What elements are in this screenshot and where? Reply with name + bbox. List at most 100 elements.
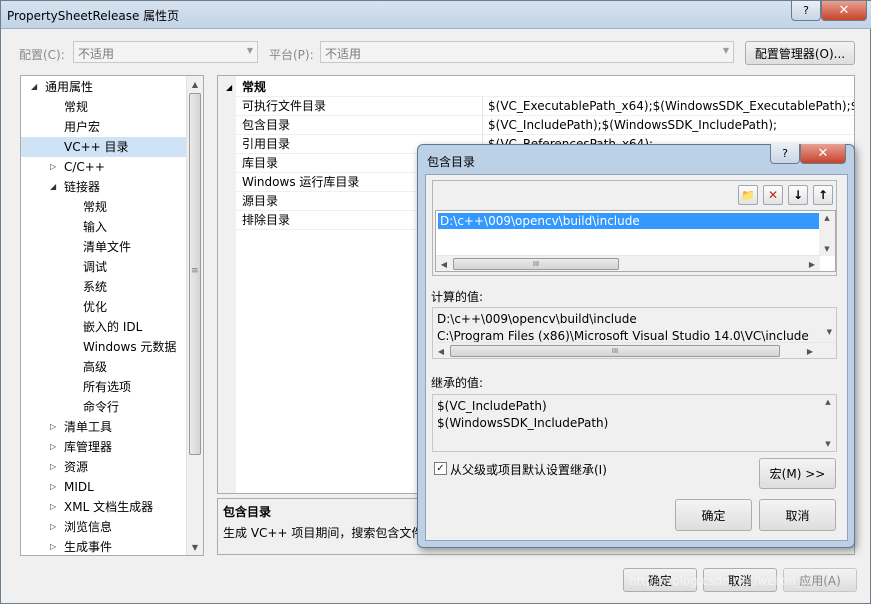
tree-item[interactable]: 优化 bbox=[21, 297, 187, 317]
inherited-value: $(WindowsSDK_IncludePath) bbox=[437, 416, 609, 430]
tree-item[interactable]: 高级 bbox=[21, 357, 187, 377]
expand-icon[interactable]: ▷ bbox=[50, 437, 56, 457]
tree-item[interactable]: ▷ C/C++ bbox=[21, 157, 187, 177]
tree-item-label: VC++ 目录 bbox=[64, 140, 129, 154]
tree-item[interactable]: 常规 bbox=[21, 197, 187, 217]
expand-icon[interactable]: ▷ bbox=[50, 477, 56, 497]
computed-hscroll[interactable]: ◀ III ▶ bbox=[433, 342, 836, 358]
expand-icon[interactable]: ▷ bbox=[50, 157, 56, 177]
tree-item-label: 所有选项 bbox=[83, 380, 132, 394]
tree-item[interactable]: ▷ 生成事件 bbox=[21, 537, 187, 555]
inherit-checkbox[interactable]: ✓ bbox=[434, 462, 447, 475]
tree-item-label: 系统 bbox=[83, 280, 108, 294]
tree-item[interactable]: 系统 bbox=[21, 277, 187, 297]
inherited-vscroll[interactable]: ▲ ▼ bbox=[820, 395, 836, 451]
tree-item-label: XML 文档生成器 bbox=[64, 500, 154, 514]
expand-icon[interactable]: ▷ bbox=[50, 417, 56, 437]
tree-item[interactable]: 用户宏 bbox=[21, 117, 187, 137]
expand-icon[interactable]: ▷ bbox=[50, 517, 56, 537]
tree-item-label: 高级 bbox=[83, 360, 108, 374]
tree-item[interactable]: ▷ 资源 bbox=[21, 457, 187, 477]
tree-item[interactable]: VC++ 目录 bbox=[21, 137, 187, 157]
config-value: 不适用 bbox=[78, 47, 115, 61]
tree-scrollbar[interactable]: ▲ ≡ ▼ bbox=[186, 76, 203, 555]
expand-icon[interactable]: ▷ bbox=[50, 457, 56, 477]
entries-hscroll[interactable]: ◀ III ▶ bbox=[436, 255, 820, 271]
tree-item[interactable]: 命令行 bbox=[21, 397, 187, 417]
tree-item[interactable]: 调试 bbox=[21, 257, 187, 277]
scroll-left-icon[interactable]: ◀ bbox=[433, 343, 449, 358]
tree-item[interactable]: 所有选项 bbox=[21, 377, 187, 397]
dialog-help-button[interactable]: ? bbox=[770, 144, 800, 164]
delete-icon: ✕ bbox=[767, 188, 779, 202]
tree-item-label: 清单工具 bbox=[64, 420, 113, 434]
dialog-ok-button[interactable]: 确定 bbox=[675, 499, 752, 531]
tree-item[interactable]: ▷ 库管理器 bbox=[21, 437, 187, 457]
scroll-down-icon[interactable]: ▼ bbox=[187, 539, 203, 555]
scroll-up-icon[interactable]: ▲ bbox=[819, 211, 835, 225]
macros-button[interactable]: 宏(M) >> bbox=[759, 458, 836, 489]
cancel-button[interactable]: 取消 bbox=[703, 568, 777, 592]
close-button[interactable]: ✕ bbox=[821, 1, 867, 21]
delete-line-button[interactable]: ✕ bbox=[763, 185, 783, 205]
scroll-thumb[interactable]: ≡ bbox=[189, 93, 201, 455]
dialog-close-button[interactable]: ✕ bbox=[800, 144, 846, 164]
scroll-down-icon[interactable]: ▼ bbox=[820, 437, 836, 451]
collapse-icon[interactable]: ◢ bbox=[50, 177, 56, 197]
expand-icon[interactable]: ▷ bbox=[50, 497, 56, 517]
scroll-right-icon[interactable]: ▶ bbox=[802, 343, 818, 358]
grid-category[interactable]: ◢ 常规 bbox=[218, 78, 854, 97]
title-bar: PropertySheetRelease 属性页 ? ✕ bbox=[1, 1, 871, 29]
tree-item[interactable]: ▷ 浏览信息 bbox=[21, 517, 187, 537]
move-up-button[interactable]: ↑ bbox=[813, 185, 833, 205]
scroll-down-icon[interactable]: ▼ bbox=[827, 328, 832, 336]
tree-item[interactable]: ▷ MIDL bbox=[21, 477, 187, 497]
config-combo[interactable]: 不适用 ▼ bbox=[73, 41, 258, 63]
tree-item-label: 清单文件 bbox=[83, 240, 132, 254]
scroll-up-icon[interactable]: ▲ bbox=[820, 395, 836, 409]
entries-list[interactable]: D:\c++\009\opencv\build\include ▲ ▼ ◀ II… bbox=[435, 210, 836, 272]
hscroll-thumb[interactable]: III bbox=[450, 345, 780, 357]
tree-item[interactable]: ◢ 链接器 bbox=[21, 177, 187, 197]
tree-item-label: 浏览信息 bbox=[64, 520, 113, 534]
property-name: 排除目录 bbox=[242, 213, 291, 227]
scroll-up-icon[interactable]: ▲ bbox=[187, 76, 203, 92]
collapse-icon[interactable]: ◢ bbox=[31, 77, 37, 97]
move-down-button[interactable]: ↓ bbox=[788, 185, 808, 205]
dialog-cancel-button[interactable]: 取消 bbox=[759, 499, 836, 531]
scroll-left-icon[interactable]: ◀ bbox=[436, 256, 452, 271]
property-row[interactable]: 可执行文件目录 $(VC_ExecutablePath_x64);$(Window… bbox=[218, 97, 855, 116]
tree-item[interactable]: 清单文件 bbox=[21, 237, 187, 257]
tree-item[interactable]: ▷ 清单工具 bbox=[21, 417, 187, 437]
help-button[interactable]: ? bbox=[791, 1, 821, 21]
scroll-right-icon[interactable]: ▶ bbox=[804, 256, 820, 271]
inherit-checkbox-label[interactable]: 从父级或项目默认设置继承(I) bbox=[450, 461, 607, 478]
scroll-down-icon[interactable]: ▼ bbox=[819, 242, 835, 256]
expand-icon[interactable]: ▷ bbox=[50, 537, 56, 555]
tree-item[interactable]: 嵌入的 IDL bbox=[21, 317, 187, 337]
hscroll-thumb[interactable]: III bbox=[453, 258, 619, 270]
new-line-button[interactable]: 📁 bbox=[738, 185, 758, 205]
tree-item[interactable]: 输入 bbox=[21, 217, 187, 237]
tree-item-label: MIDL bbox=[64, 480, 94, 494]
collapse-icon: ◢ bbox=[226, 83, 233, 92]
property-row[interactable]: 包含目录 $(VC_IncludePath);$(WindowsSDK_Inclu… bbox=[218, 116, 854, 135]
tree-item[interactable]: ◢ 通用属性 bbox=[21, 77, 187, 97]
ok-button[interactable]: 确定 bbox=[623, 568, 697, 592]
tree-item[interactable]: Windows 元数据 bbox=[21, 337, 187, 357]
entry-item[interactable]: D:\c++\009\opencv\build\include bbox=[438, 213, 820, 229]
tree-item[interactable]: 常规 bbox=[21, 97, 187, 117]
config-manager-button[interactable]: 配置管理器(O)... bbox=[745, 41, 855, 65]
computed-values: D:\c++\009\opencv\build\include C:\Progr… bbox=[432, 307, 837, 359]
property-value: $(VC_ExecutablePath_x64);$(WindowsSDK_Ex… bbox=[488, 99, 855, 113]
entries-vscroll[interactable]: ▲ ▼ bbox=[819, 211, 835, 256]
config-label: 配置(C): bbox=[19, 48, 65, 62]
arrow-up-icon: ↑ bbox=[817, 188, 829, 202]
property-tree: ◢ 通用属性 常规 用户宏 VC++ 目录 ▷ C/C++ ◢ 链接器 常规 输入 清单文件 调试 系统优… bbox=[20, 75, 204, 556]
property-name: 源目录 bbox=[242, 194, 279, 208]
platform-combo[interactable]: 不适用 ▼ bbox=[320, 41, 734, 63]
inherited-value: $(VC_IncludePath) bbox=[437, 399, 547, 413]
tree-item[interactable]: ▷ XML 文档生成器 bbox=[21, 497, 187, 517]
dialog-title: 包含目录 bbox=[427, 155, 476, 169]
apply-button[interactable]: 应用(A) bbox=[783, 568, 857, 592]
